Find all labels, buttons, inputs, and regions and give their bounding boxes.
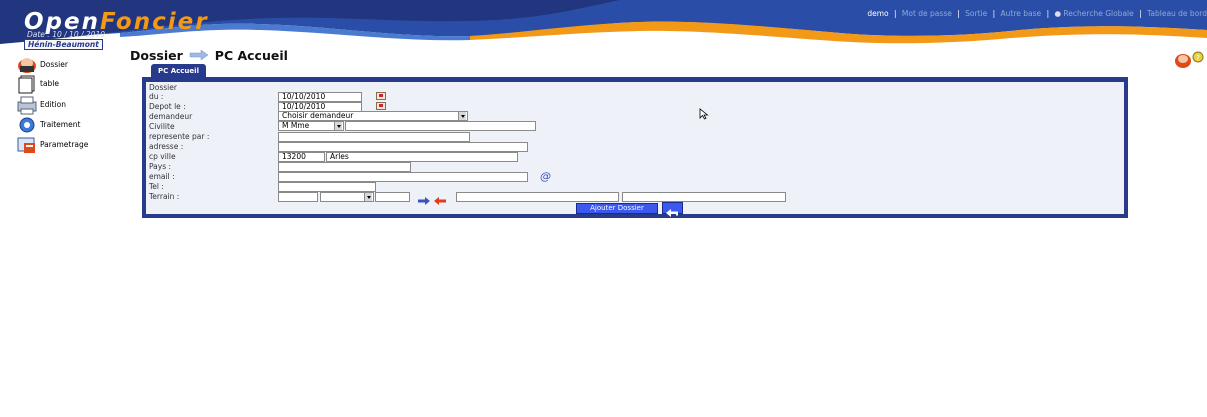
parametrage-icon	[16, 135, 36, 153]
username: demo	[867, 9, 889, 18]
section-label: Dossier	[149, 83, 177, 92]
table-icon	[16, 74, 36, 94]
pays-label: Pays :	[149, 162, 172, 171]
tab-pc-accueil[interactable]: PC Accueil	[151, 64, 206, 78]
breadcrumb-page: PC Accueil	[214, 48, 288, 63]
tel-field[interactable]	[278, 182, 376, 192]
ville-field[interactable]: Arles	[326, 152, 518, 162]
civilite-selected: M Mme	[282, 121, 310, 130]
pays-field[interactable]	[278, 162, 411, 172]
demandeur-label: demandeur	[149, 112, 193, 121]
app-header: OpenFoncier Date : 10 / 10 / 2010 demo |…	[0, 0, 1207, 48]
nom-field[interactable]	[345, 121, 536, 131]
menu-separator: |	[893, 9, 897, 18]
terrain-field-1[interactable]	[278, 192, 318, 202]
chevron-down-icon	[334, 122, 342, 130]
sidebar-item-label: Dossier	[40, 59, 68, 69]
top-menu: demo | Mot de passe | Sortie | Autre bas…	[867, 9, 1207, 18]
terrain-label: Terrain :	[149, 192, 180, 201]
demandeur-select[interactable]: Choisir demandeur	[278, 111, 468, 121]
email-field[interactable]	[278, 172, 528, 182]
sidebar-item-parametrage[interactable]: Parametrage	[16, 135, 88, 153]
depot-label: Depot le :	[149, 102, 186, 111]
sidebar-item-edition[interactable]: Edition	[16, 95, 66, 115]
menu-recherche-globale[interactable]: ● Recherche Globale	[1054, 9, 1133, 18]
menu-sortie[interactable]: Sortie	[965, 9, 987, 18]
ajouter-dossier-button[interactable]: Ajouter Dossier	[576, 203, 658, 214]
tel-label: Tel :	[149, 182, 164, 191]
dossier-icon	[16, 55, 36, 73]
sidebar-item-table[interactable]: table	[16, 74, 59, 94]
sidebar-item-label: Parametrage	[40, 139, 89, 149]
chevron-down-icon	[458, 112, 466, 120]
menu-tableau-de-bord[interactable]: Tableau de bord	[1147, 9, 1207, 18]
chevron-down-icon	[364, 193, 372, 201]
traitement-icon	[16, 115, 36, 133]
civilite-label: Civilite	[149, 122, 175, 131]
menu-separator: |	[957, 9, 960, 18]
menu-separator: |	[1046, 9, 1050, 18]
sidebar-item-dossier[interactable]: Dossier	[16, 55, 68, 73]
terrain-field-2[interactable]	[375, 192, 410, 202]
adresse-label: adresse :	[149, 142, 184, 151]
menu-mot-de-passe[interactable]: Mot de passe	[902, 9, 952, 18]
current-date: Date : 10 / 10 / 2010	[27, 30, 105, 39]
arrow-left-icon[interactable]	[434, 190, 447, 209]
sidebar-item-traitement[interactable]: Traitement	[16, 115, 80, 133]
du-label: du :	[149, 92, 164, 101]
email-label: email :	[149, 172, 175, 181]
arrow-right-icon[interactable]	[418, 190, 431, 209]
user-avatar-icon[interactable]	[1175, 54, 1191, 68]
represente-field[interactable]	[278, 132, 470, 142]
terrain-select[interactable]	[320, 192, 374, 202]
email-icon[interactable]: @	[540, 170, 551, 183]
return-arrow-icon	[666, 209, 678, 217]
menu-separator: |	[1139, 9, 1142, 18]
sidebar-item-label: table	[40, 78, 59, 88]
cp-ville-label: cp ville	[149, 152, 176, 161]
mouse-cursor-icon	[699, 105, 709, 124]
form-panel: Dossier du : 10/10/2010 Depot le : 10/10…	[142, 77, 1128, 218]
search-icon: ●	[1054, 9, 1062, 18]
terrain-field-3[interactable]	[456, 192, 619, 202]
edition-icon	[16, 95, 37, 115]
breadcrumb-arrow-icon	[189, 48, 209, 63]
adresse-field[interactable]	[278, 142, 528, 152]
breadcrumb-section: Dossier	[130, 48, 183, 63]
civilite-select[interactable]: M Mme	[278, 121, 344, 131]
du-calendar-icon[interactable]	[376, 92, 386, 100]
back-button[interactable]	[662, 202, 683, 217]
logo-foncier-text: Foncier	[100, 9, 209, 35]
depot-calendar-icon[interactable]	[376, 102, 386, 110]
du-date-field[interactable]: 10/10/2010	[278, 92, 362, 102]
help-icons: ?	[1174, 51, 1206, 73]
form-body: Dossier du : 10/10/2010 Depot le : 10/10…	[146, 82, 1124, 217]
menu-separator: |	[992, 9, 996, 18]
cp-field[interactable]: 13200	[278, 152, 325, 162]
menu-autre-base[interactable]: Autre base	[1001, 9, 1042, 18]
commune-badge: Hénin-Beaumont	[24, 39, 103, 50]
page-title: Dossier PC Accueil	[130, 48, 288, 63]
sidebar-item-label: Traitement	[40, 119, 81, 129]
sidebar-item-label: Edition	[40, 99, 66, 109]
menu-recherche-globale-label: Recherche Globale	[1063, 9, 1134, 18]
demandeur-selected: Choisir demandeur	[282, 111, 354, 120]
represente-label: represente par :	[149, 132, 210, 141]
help-icon[interactable]: ?	[1192, 51, 1204, 63]
terrain-field-4[interactable]	[622, 192, 786, 202]
svg-text:?: ?	[1196, 54, 1200, 62]
